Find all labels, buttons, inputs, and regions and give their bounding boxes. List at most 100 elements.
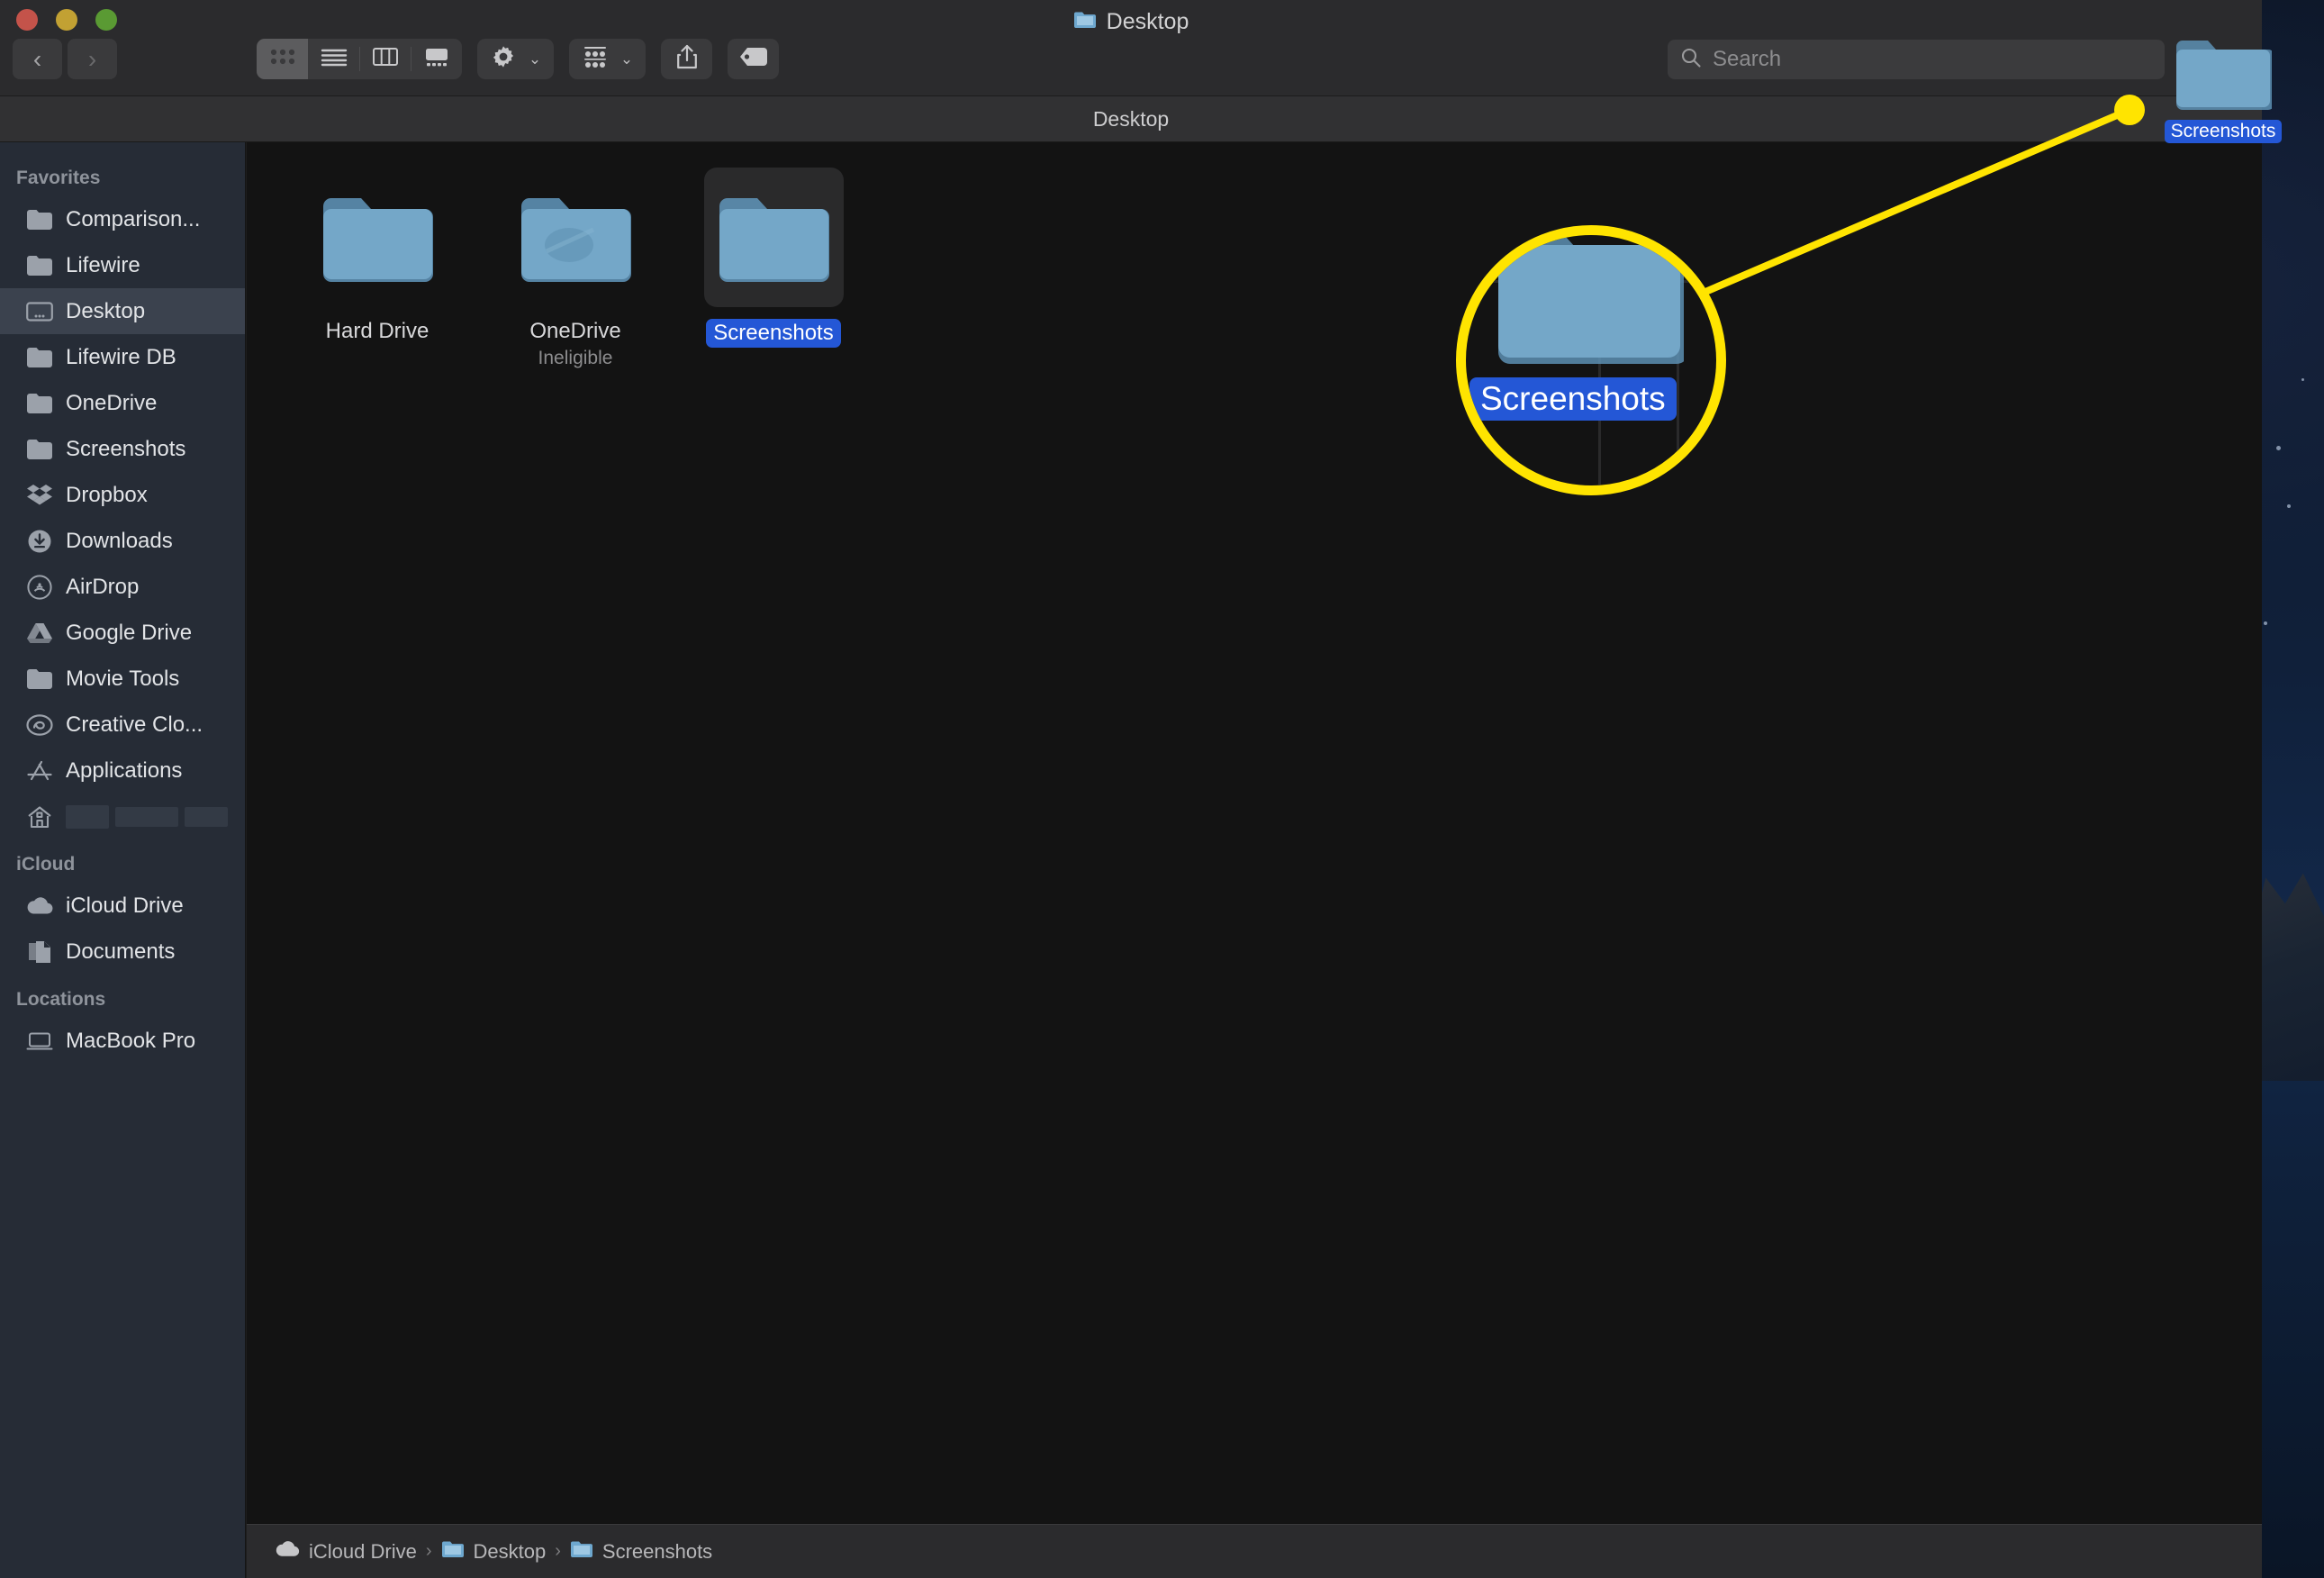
star (2264, 621, 2267, 625)
sidebar-item-desktop[interactable]: Desktop (0, 288, 245, 334)
gallery-icon (423, 46, 450, 72)
icon-view-button[interactable] (257, 39, 308, 79)
sidebar-item-movie-tools[interactable]: Movie Tools (0, 656, 245, 702)
sidebar-item-macbook-pro[interactable]: MacBook Pro (0, 1018, 245, 1064)
sidebar-item-label-redacted (66, 804, 228, 829)
sidebar-item-airdrop[interactable]: AirDrop (0, 564, 245, 610)
share-group (661, 39, 712, 79)
search-input[interactable] (1713, 47, 2152, 72)
chevron-down-icon: ⌄ (619, 50, 634, 68)
folder-icon (1073, 9, 1097, 35)
file-item-label: Screenshots (706, 319, 841, 348)
group-menu-button[interactable]: ⌄ (569, 39, 646, 79)
star (2276, 446, 2281, 450)
cloud-icon (275, 1540, 300, 1564)
star (2301, 378, 2304, 381)
sidebar-item-google-drive[interactable]: Google Drive (0, 610, 245, 656)
file-grid: Hard Drive OneDrive Ineligible Screenshot… (247, 142, 2262, 369)
path-crumb-icloud-drive[interactable]: iCloud Drive (275, 1540, 417, 1564)
chevron-left-icon: ‹ (32, 44, 42, 73)
chevron-down-icon: ⌄ (528, 50, 542, 68)
folder-icon (570, 1539, 593, 1564)
sidebar-item-label: Lifewire (66, 252, 140, 277)
column-view-button[interactable] (359, 39, 411, 79)
home-icon (25, 805, 54, 829)
sidebar-item-label: Lifewire DB (66, 344, 176, 369)
file-grid-area[interactable]: Hard Drive OneDrive Ineligible Screenshot… (247, 142, 2262, 1524)
sidebar-item-label: Comparison... (66, 206, 201, 231)
folder-icon (25, 438, 54, 461)
laptop-icon (25, 1029, 54, 1053)
list-view-button[interactable] (308, 39, 359, 79)
navigation-buttons: ‹ › (13, 39, 117, 79)
cloud-icon (25, 894, 54, 918)
columns-icon (372, 46, 399, 72)
folder-icon (25, 254, 54, 277)
sidebar-item-downloads[interactable]: Downloads (0, 518, 245, 564)
window-titlebar: Desktop ‹ › ⌄ ⌄ Search (0, 0, 2262, 96)
path-crumb-desktop[interactable]: Desktop (441, 1539, 546, 1564)
sidebar-item-lifewire-db[interactable]: Lifewire DB (0, 334, 245, 380)
tag-button[interactable] (728, 39, 779, 79)
list-icon (321, 47, 348, 71)
path-bar: iCloud Drive › Desktop › Screenshots (247, 1524, 2262, 1578)
action-menu-group: ⌄ (477, 39, 554, 79)
sidebar-heading-favorites: Favorites (16, 168, 101, 188)
share-button[interactable] (661, 39, 712, 79)
action-menu-button[interactable]: ⌄ (477, 39, 554, 79)
file-item-screenshots[interactable]: Screenshots (674, 151, 873, 369)
sidebar-item-label: OneDrive (66, 390, 158, 415)
share-icon (675, 43, 699, 75)
sidebar-item-lifewire[interactable]: Lifewire (0, 242, 245, 288)
sidebar-item-onedrive[interactable]: OneDrive (0, 380, 245, 426)
path-crumb-screenshots[interactable]: Screenshots (570, 1539, 712, 1564)
sidebar-item-documents[interactable]: Documents (0, 929, 245, 975)
sidebar-item-label: Screenshots (66, 436, 186, 461)
sidebar-item-label: MacBook Pro (66, 1028, 196, 1053)
file-item-hard-drive[interactable]: Hard Drive (278, 151, 476, 369)
applications-icon (25, 759, 54, 783)
sidebar-item-label: Desktop (66, 298, 146, 323)
sidebar-item-label: Movie Tools (66, 666, 180, 691)
view-mode-group (257, 39, 462, 79)
sidebar-item-label: Downloads (66, 528, 173, 553)
sidebar-item-label: Creative Clo... (66, 712, 203, 737)
file-item-onedrive[interactable]: OneDrive Ineligible (476, 151, 674, 369)
airdrop-icon (25, 574, 54, 600)
folder-icon (703, 168, 844, 307)
dropbox-icon (25, 484, 54, 507)
sidebar-item-applications[interactable]: Applications (0, 748, 245, 794)
tag-icon (739, 47, 768, 71)
folder-icon (25, 208, 54, 231)
tab-desktop[interactable]: Desktop (1093, 107, 1169, 132)
sidebar-item-icloud-drive[interactable]: iCloud Drive (0, 883, 245, 929)
group-icon (582, 45, 609, 73)
google-drive-icon (25, 621, 54, 645)
sidebar-item-label: iCloud Drive (66, 893, 184, 918)
desktop-folder-screenshots[interactable]: Screenshots (2164, 36, 2283, 143)
sidebar-item-screenshots[interactable]: Screenshots (0, 426, 245, 472)
window-body: Favorites Comparison... Lifewire Desktop Lif… (0, 142, 2262, 1578)
sidebar-item-private[interactable] (0, 794, 245, 839)
sidebar: Favorites Comparison... Lifewire Desktop Lif… (0, 142, 246, 1578)
folder-icon (25, 667, 54, 691)
sidebar-item-dropbox[interactable]: Dropbox (0, 472, 245, 518)
folder-icon (441, 1539, 465, 1564)
forward-button[interactable]: › (68, 39, 117, 79)
chevron-right-icon: › (87, 44, 97, 73)
folder-icon (25, 392, 54, 415)
sidebar-item-label: Applications (66, 757, 183, 783)
folder-icon (25, 346, 54, 369)
desktop-folder-label: Screenshots (2164, 120, 2283, 143)
sidebar-item-creative-clo[interactable]: Creative Clo... (0, 702, 245, 748)
search-field[interactable] (1668, 40, 2165, 79)
creative-cloud-icon (25, 713, 54, 737)
finder-window: Desktop ‹ › ⌄ ⌄ Search Desktop Favorites… (0, 0, 2262, 1578)
sidebar-item-comparison[interactable]: Comparison... (0, 196, 245, 242)
path-crumb-label: Screenshots (601, 1539, 713, 1563)
back-button[interactable]: ‹ (13, 39, 62, 79)
sidebar-item-label: Google Drive (66, 620, 193, 645)
sidebar-item-label: Dropbox (66, 482, 148, 507)
gallery-view-button[interactable] (411, 39, 462, 79)
file-item-label: Hard Drive (325, 319, 430, 343)
